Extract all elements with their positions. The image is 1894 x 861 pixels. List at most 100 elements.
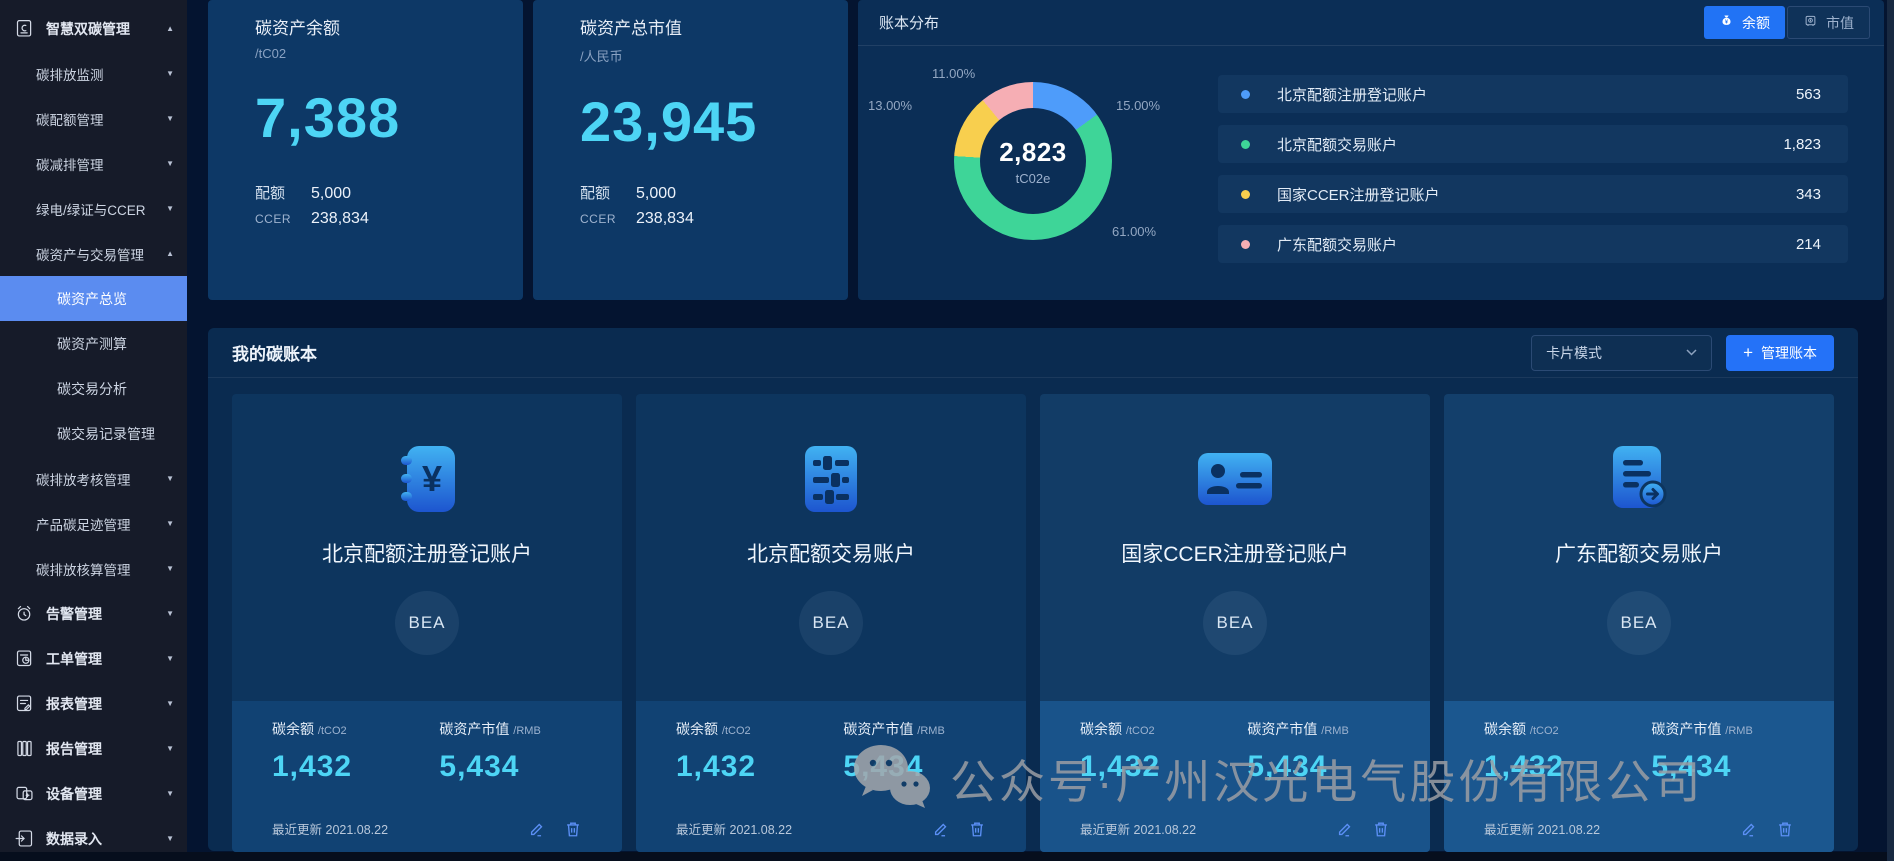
ledger-card-bj-trading[interactable]: 北京配额交易账户 BEA 碳余额 /tCO2 1,432 碳资产市值 /RMB … <box>636 394 1026 852</box>
account-badge: BEA <box>1607 591 1671 655</box>
sidebar-item-quota-management[interactable]: 碳配额管理 ▼ <box>0 96 187 141</box>
chevron-down-icon <box>1686 349 1697 356</box>
legend-row[interactable]: 国家CCER注册登记账户 343 <box>1218 175 1848 213</box>
account-badge: BEA <box>1203 591 1267 655</box>
stat-title: 碳资产余额 <box>255 14 523 39</box>
alarm-icon <box>13 602 36 625</box>
stat-unit: /人民币 <box>580 46 848 65</box>
balance-market-toggle: ¥ 余额 市值 <box>1704 6 1870 39</box>
sidebar-item-trade-analysis[interactable]: 碳交易分析 <box>0 366 187 411</box>
panel-title: 账本分布 <box>879 12 939 33</box>
stat-card-market-value: 碳资产总市值 /人民币 23,945 配额 5,000 CCER 238,834 <box>533 0 848 300</box>
market-value: 5,434 <box>439 750 582 784</box>
sidebar-item-green-power-ccer[interactable]: 绿电/绿证与CCER ▼ <box>0 186 187 231</box>
vault-icon <box>1803 13 1818 32</box>
chevron-down-icon: ▼ <box>166 834 174 843</box>
edit-icon[interactable] <box>932 820 950 838</box>
legend-row[interactable]: 北京配额交易账户 1,823 <box>1218 125 1848 163</box>
ccer-row: CCER 238,834 <box>255 210 523 228</box>
account-name: 国家CCER注册登记账户 <box>1121 538 1349 568</box>
plus-icon: + <box>1743 344 1753 361</box>
market-value: 5,434 <box>1651 750 1794 784</box>
legend-row[interactable]: 广东配额交易账户 214 <box>1218 225 1848 263</box>
chevron-up-icon: ▲ <box>166 249 174 258</box>
balance-value: 1,432 <box>272 750 439 784</box>
sidebar-item-trade-records[interactable]: 碳交易记录管理 <box>0 411 187 456</box>
sidebar-item-smart-dual-carbon[interactable]: 智慧双碳管理 ▲ <box>0 6 187 51</box>
account-name: 北京配额注册登记账户 <box>322 538 532 568</box>
ledger-title: 我的碳账本 <box>232 340 317 365</box>
account-name: 北京配额交易账户 <box>747 538 915 568</box>
sidebar-item-emission-assessment[interactable]: 碳排放考核管理 ▼ <box>0 456 187 501</box>
id-card-icon <box>1196 442 1274 516</box>
last-updated: 最近更新 2021.08.22 <box>1080 819 1196 838</box>
edit-icon[interactable] <box>1336 820 1354 838</box>
chevron-down-icon: ▼ <box>166 204 174 213</box>
pie-label-yellow: 13.00% <box>868 98 912 113</box>
balance-value: 1,432 <box>1080 750 1247 784</box>
toggle-balance-button[interactable]: ¥ 余额 <box>1704 6 1785 39</box>
sidebar-item-asset-overview[interactable]: 碳资产总览 <box>0 276 187 321</box>
donut-chart: 2,823 tC02e <box>954 82 1112 240</box>
sidebar-item-report-management[interactable]: 报告管理 ▼ <box>0 726 187 771</box>
ledger-distribution-panel: 账本分布 ¥ 余额 市值 11.00% 13.00% 15.00% 61.00% <box>858 0 1884 300</box>
sidebar-item-report-table-management[interactable]: 报表管理 ▼ <box>0 681 187 726</box>
sidebar-item-work-order-management[interactable]: 工单管理 ▼ <box>0 636 187 681</box>
edit-icon[interactable] <box>528 820 546 838</box>
chevron-down-icon: ▼ <box>166 609 174 618</box>
market-value: 5,434 <box>1247 750 1390 784</box>
manage-ledger-button[interactable]: + 管理账本 <box>1726 335 1834 371</box>
edit-icon[interactable] <box>1740 820 1758 838</box>
donut-total: 2,823 <box>999 137 1067 168</box>
sidebar-item-asset-calculation[interactable]: 碳资产测算 <box>0 321 187 366</box>
sidebar: 智慧双碳管理 ▲ 碳排放监测 ▼ 碳配额管理 ▼ 碳减排管理 ▼ 绿电/绿证与C… <box>0 0 187 861</box>
stat-title: 碳资产总市值 <box>580 14 848 39</box>
smart-doc-icon <box>13 17 36 40</box>
chevron-down-icon: ▼ <box>166 519 174 528</box>
delete-icon[interactable] <box>1776 820 1794 838</box>
scrollbar[interactable] <box>1887 0 1894 861</box>
market-value: 5,434 <box>843 750 986 784</box>
sidebar-item-emission-monitoring[interactable]: 碳排放监测 ▼ <box>0 51 187 96</box>
balance-value: 1,432 <box>1484 750 1651 784</box>
ledger-cards: ¥ 北京配额注册登记账户 BEA 碳余额 /tCO2 1,432 碳资产市值 /… <box>208 378 1858 852</box>
quota-row: 配额 5,000 <box>255 182 523 203</box>
work-order-icon <box>13 647 36 670</box>
donut-center: 2,823 tC02e <box>980 108 1086 214</box>
sliders-icon <box>802 442 860 516</box>
delete-icon[interactable] <box>564 820 582 838</box>
legend-row[interactable]: 北京配额注册登记账户 563 <box>1218 75 1848 113</box>
chevron-down-icon: ▼ <box>166 159 174 168</box>
money-bag-icon: ¥ <box>1719 13 1734 32</box>
pie-label-blue: 15.00% <box>1116 98 1160 113</box>
toggle-market-button[interactable]: 市值 <box>1787 6 1870 39</box>
chevron-down-icon: ▼ <box>166 69 174 78</box>
main-content: 碳资产余额 /tC02 7,388 配额 5,000 CCER 238,834 … <box>208 0 1858 851</box>
sidebar-item-asset-trading[interactable]: 碳资产与交易管理 ▲ <box>0 231 187 276</box>
quota-row: 配额 5,000 <box>580 182 848 203</box>
ledger-header: 我的碳账本 卡片模式 + 管理账本 <box>208 328 1858 378</box>
ledger-card-gd-trading[interactable]: 广东配额交易账户 BEA 碳余额 /tCO2 1,432 碳资产市值 /RMB … <box>1444 394 1834 852</box>
ccer-row: CCER 238,834 <box>580 210 848 228</box>
bottom-band <box>0 852 1894 861</box>
svg-text:¥: ¥ <box>422 458 442 499</box>
pie-label-green: 61.00% <box>1112 224 1156 239</box>
delete-icon[interactable] <box>968 820 986 838</box>
sidebar-item-product-footprint[interactable]: 产品碳足迹管理 ▼ <box>0 501 187 546</box>
donut-unit: tC02e <box>1016 171 1051 186</box>
sidebar-item-label: 智慧双碳管理 <box>46 19 130 39</box>
my-carbon-ledger-panel: 我的碳账本 卡片模式 + 管理账本 <box>208 328 1858 851</box>
ledger-card-bj-registry[interactable]: ¥ 北京配额注册登记账户 BEA 碳余额 /tCO2 1,432 碳资产市值 /… <box>232 394 622 852</box>
sidebar-item-alarm-management[interactable]: 告警管理 ▼ <box>0 591 187 636</box>
legend-color-dot <box>1241 90 1250 99</box>
chevron-down-icon: ▼ <box>166 114 174 123</box>
view-mode-select[interactable]: 卡片模式 <box>1531 335 1712 371</box>
delete-icon[interactable] <box>1372 820 1390 838</box>
report-table-icon <box>13 692 36 715</box>
data-entry-icon <box>13 827 36 850</box>
ledger-card-ccer-registry[interactable]: 国家CCER注册登记账户 BEA 碳余额 /tCO2 1,432 碳资产市值 /… <box>1040 394 1430 852</box>
sidebar-item-reduction-management[interactable]: 碳减排管理 ▼ <box>0 141 187 186</box>
chevron-down-icon: ▼ <box>166 699 174 708</box>
sidebar-item-emission-accounting[interactable]: 碳排放核算管理 ▼ <box>0 546 187 591</box>
sidebar-item-device-management[interactable]: 设备管理 ▼ <box>0 771 187 816</box>
